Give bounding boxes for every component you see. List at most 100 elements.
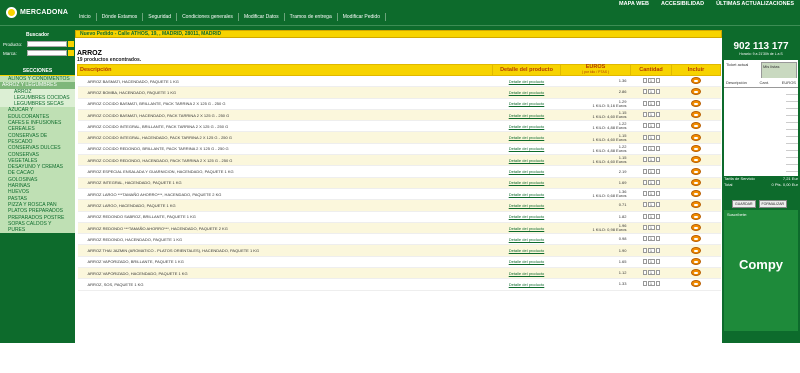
quantity-input[interactable]: 1: [647, 258, 655, 264]
quantity-input[interactable]: 1: [647, 236, 655, 242]
link-actualizaciones[interactable]: ÚLTIMAS ACTUALIZACIONES: [716, 1, 794, 7]
product-detail-link[interactable]: Detalle del producto: [492, 211, 561, 223]
decrease-button[interactable]: [642, 100, 647, 106]
product-detail-link[interactable]: Detalle del producto: [492, 86, 561, 99]
link-mapa-web[interactable]: MAPA WEB: [619, 1, 649, 7]
decrease-button[interactable]: [642, 236, 647, 242]
basket-icon[interactable]: [691, 280, 701, 288]
increase-button[interactable]: [655, 89, 660, 95]
product-detail-link[interactable]: Detalle del producto: [492, 120, 561, 133]
quantity-input[interactable]: 1: [647, 225, 655, 230]
basket-icon[interactable]: [691, 144, 701, 152]
save-button[interactable]: GUARDAR: [732, 200, 756, 208]
decrease-button[interactable]: [642, 225, 647, 230]
nav-seguridad[interactable]: Seguridad: [143, 13, 178, 21]
increase-button[interactable]: [655, 157, 660, 163]
nav-condiciones[interactable]: Condiciones generales: [177, 13, 239, 21]
decrease-button[interactable]: [642, 157, 647, 163]
basket-icon[interactable]: [691, 99, 701, 107]
decrease-button[interactable]: [642, 247, 647, 253]
decrease-button[interactable]: [642, 134, 647, 140]
basket-icon[interactable]: [691, 77, 701, 85]
increase-button[interactable]: [655, 191, 660, 197]
basket-icon[interactable]: [691, 178, 701, 186]
increase-button[interactable]: [655, 213, 660, 219]
increase-button[interactable]: [655, 202, 660, 208]
product-detail-link[interactable]: Detalle del producto: [492, 143, 561, 156]
basket-icon[interactable]: [691, 246, 701, 254]
nav-modificar-datos[interactable]: Modificar Datos: [239, 13, 285, 21]
decrease-button[interactable]: [642, 145, 647, 151]
nav-tramos[interactable]: Tramos de entrega: [285, 13, 338, 21]
product-detail-link[interactable]: Detalle del producto: [492, 233, 561, 246]
increase-button[interactable]: [655, 100, 660, 106]
decrease-button[interactable]: [642, 270, 647, 276]
increase-button[interactable]: [655, 78, 660, 84]
quantity-input[interactable]: 1: [647, 281, 655, 287]
product-detail-link[interactable]: Detalle del producto: [492, 267, 561, 280]
product-detail-link[interactable]: Detalle del producto: [492, 244, 561, 257]
quantity-input[interactable]: 1: [647, 100, 655, 106]
decrease-button[interactable]: [642, 168, 647, 174]
product-search-button[interactable]: [68, 41, 74, 47]
basket-icon[interactable]: [691, 257, 701, 265]
product-detail-link[interactable]: Detalle del producto: [492, 278, 561, 291]
increase-button[interactable]: [655, 236, 660, 242]
nav-donde-estamos[interactable]: Dónde Estamos: [97, 13, 144, 21]
increase-button[interactable]: [655, 281, 660, 287]
basket-icon[interactable]: [691, 111, 701, 119]
basket-icon[interactable]: [691, 190, 701, 198]
quantity-input[interactable]: 1: [647, 134, 655, 140]
brand-search-button[interactable]: [68, 50, 74, 56]
increase-button[interactable]: [655, 247, 660, 253]
basket-icon[interactable]: [691, 156, 701, 164]
increase-button[interactable]: [655, 258, 660, 264]
decrease-button[interactable]: [642, 112, 647, 118]
quantity-input[interactable]: 1: [647, 145, 655, 151]
product-detail-link[interactable]: Detalle del producto: [492, 154, 561, 167]
product-detail-link[interactable]: Detalle del producto: [492, 256, 561, 269]
sidebar-category[interactable]: PURES: [0, 227, 75, 234]
product-detail-link[interactable]: Detalle del producto: [492, 75, 561, 88]
quantity-input[interactable]: 1: [647, 270, 655, 276]
brand-input[interactable]: [27, 50, 67, 56]
quantity-input[interactable]: 1: [647, 202, 655, 208]
basket-icon[interactable]: [691, 235, 701, 243]
decrease-button[interactable]: [642, 123, 647, 129]
decrease-button[interactable]: [642, 258, 647, 264]
quantity-input[interactable]: 1: [647, 179, 655, 185]
increase-button[interactable]: [655, 112, 660, 118]
product-detail-link[interactable]: Detalle del producto: [492, 222, 561, 235]
quantity-input[interactable]: 1: [647, 157, 655, 163]
product-detail-link[interactable]: Detalle del producto: [492, 131, 561, 144]
increase-button[interactable]: [655, 225, 660, 230]
quantity-input[interactable]: 1: [647, 78, 655, 84]
product-detail-link[interactable]: Detalle del producto: [492, 98, 561, 110]
link-accesibilidad[interactable]: ACCESIBILIDAD: [661, 1, 704, 7]
quantity-input[interactable]: 1: [647, 247, 655, 253]
nav-inicio[interactable]: Inicio: [74, 13, 97, 21]
quantity-input[interactable]: 1: [647, 191, 655, 197]
product-detail-link[interactable]: Detalle del producto: [492, 165, 561, 178]
increase-button[interactable]: [655, 145, 660, 151]
decrease-button[interactable]: [642, 202, 647, 208]
basket-icon[interactable]: [691, 269, 701, 277]
mercadona-logo[interactable]: MERCADONA: [6, 5, 72, 19]
increase-button[interactable]: [655, 123, 660, 129]
quantity-input[interactable]: 1: [647, 112, 655, 118]
decrease-button[interactable]: [642, 78, 647, 84]
quantity-input[interactable]: 1: [647, 123, 655, 129]
quantity-input[interactable]: 1: [647, 89, 655, 95]
basket-icon[interactable]: [691, 122, 701, 130]
decrease-button[interactable]: [642, 281, 647, 287]
product-detail-link[interactable]: Detalle del producto: [492, 109, 561, 122]
increase-button[interactable]: [655, 179, 660, 185]
product-detail-link[interactable]: Detalle del producto: [492, 199, 561, 212]
increase-button[interactable]: [655, 134, 660, 140]
basket-icon[interactable]: [691, 167, 701, 175]
product-detail-link[interactable]: Detalle del producto: [492, 177, 561, 189]
basket-icon[interactable]: [691, 212, 701, 220]
basket-icon[interactable]: [691, 224, 701, 231]
decrease-button[interactable]: [642, 89, 647, 95]
nav-modificar-pedido[interactable]: Modificar Pedido: [338, 13, 386, 21]
